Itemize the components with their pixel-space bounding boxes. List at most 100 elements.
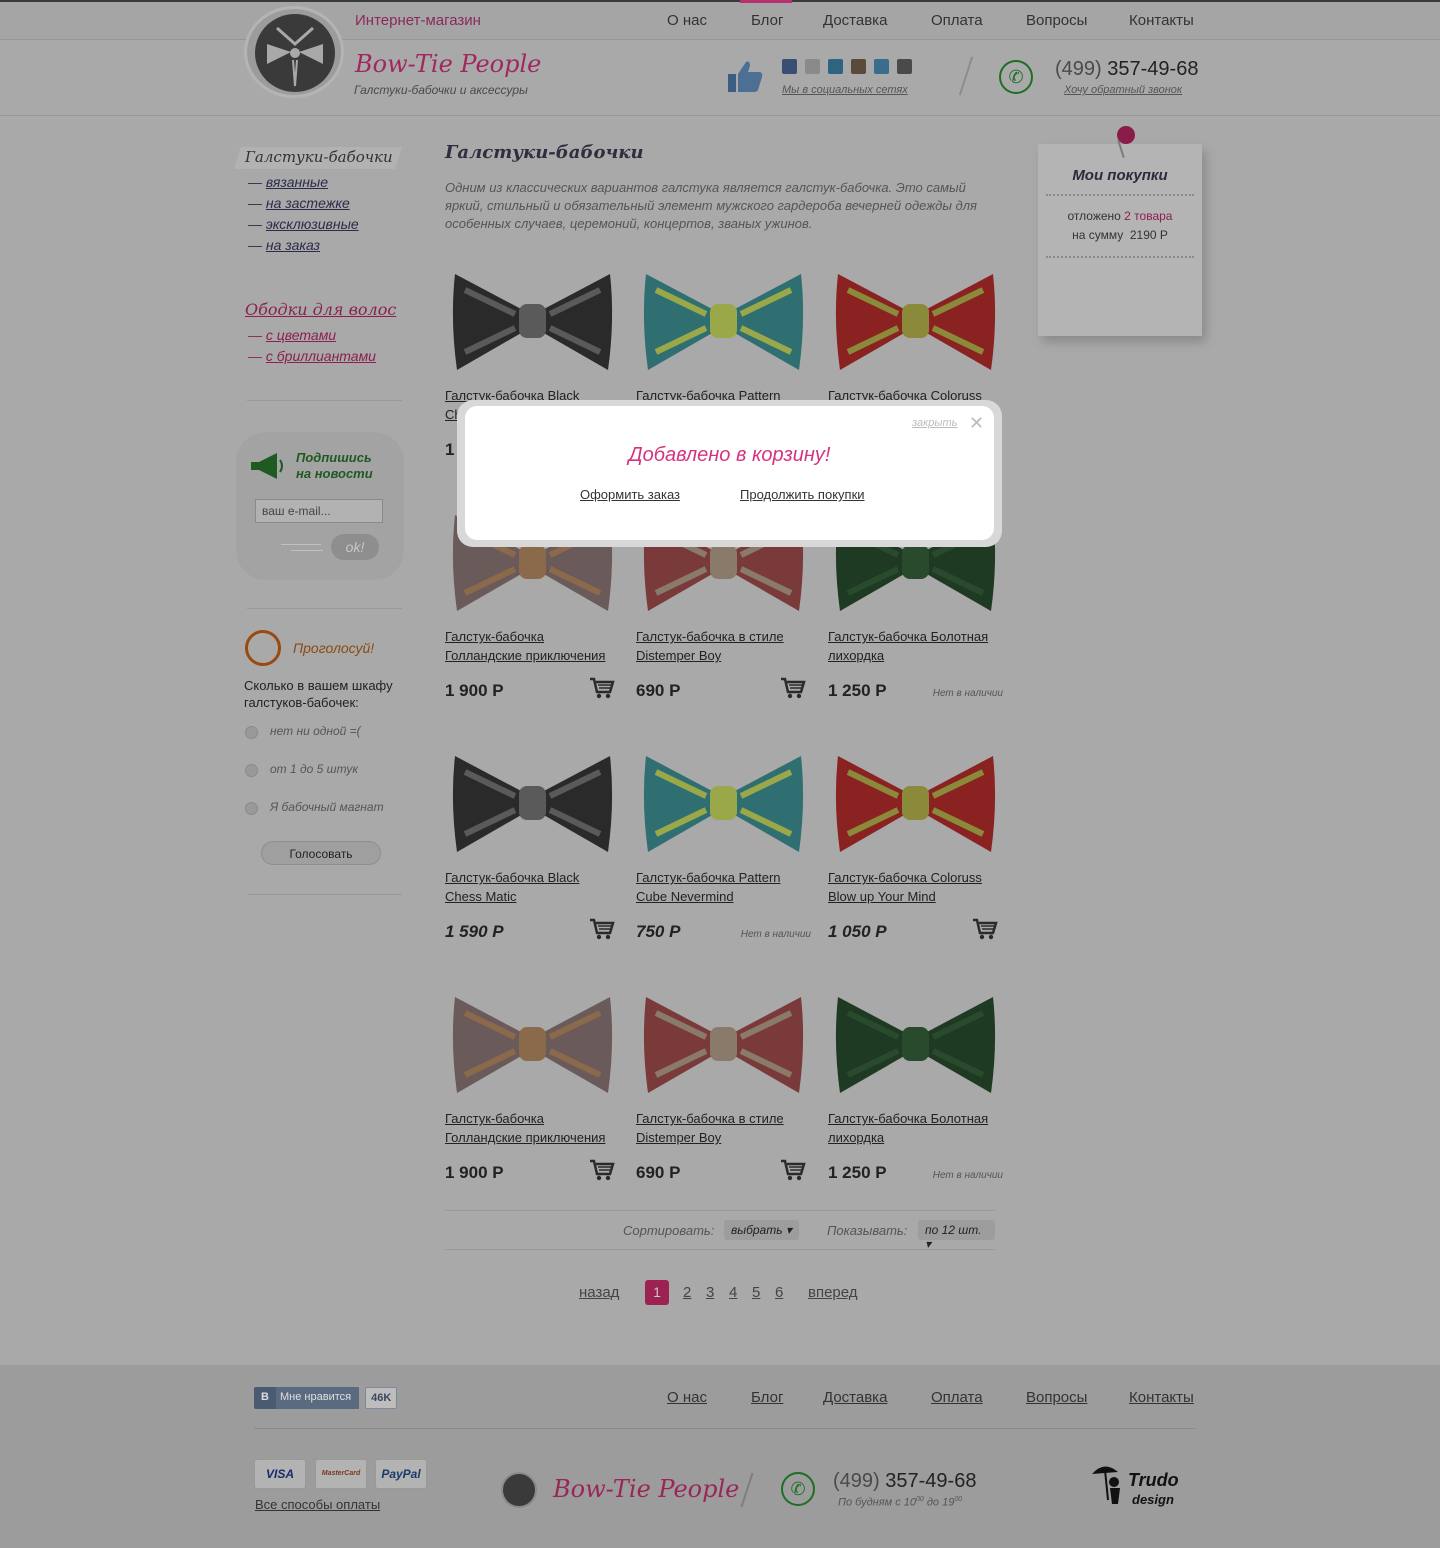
category-link-clasp[interactable]: — на застежке xyxy=(248,195,350,211)
show-select[interactable]: по 12 шт. ▾ xyxy=(918,1220,995,1251)
bow-tie-image[interactable] xyxy=(445,985,620,1103)
sort-bar: Сортировать: выбрать ▾ Показывать: по 12… xyxy=(445,1210,995,1251)
out-of-stock-label: Нет в наличии xyxy=(932,688,1003,699)
poll-option-label: Я бабочный магнат xyxy=(270,800,384,814)
bow-tie-image[interactable] xyxy=(828,985,1003,1103)
product-card[interactable]: Галстук-бабочка BlackChess Matic 1 590 Р xyxy=(445,744,620,964)
close-icon[interactable]: ✕ xyxy=(969,413,984,434)
footer-nav-about[interactable]: О нас xyxy=(667,1389,707,1406)
pager-page[interactable]: 2 xyxy=(683,1284,691,1301)
product-price: 1 590 Р xyxy=(445,922,504,941)
product-name[interactable]: Галстук-бабочка в стиле Distemper Boy xyxy=(636,627,811,665)
continue-shopping-link[interactable]: Продолжить покупки xyxy=(740,487,865,502)
cart-widget[interactable]: Мои покупки отложено 2 товара на сумму 2… xyxy=(1038,144,1202,336)
vk-like-widget[interactable]: B Мне нравится 46K xyxy=(254,1386,398,1410)
category-link-exclusive[interactable]: — эксклюзивные xyxy=(248,216,359,232)
subscribe-button[interactable]: ok! xyxy=(331,534,379,560)
vk-like-label: Мне нравится xyxy=(276,1387,360,1409)
add-to-cart-icon[interactable] xyxy=(589,1158,615,1182)
vote-button[interactable]: Голосовать xyxy=(261,841,381,865)
pager-page[interactable]: 4 xyxy=(729,1284,737,1301)
pager-next[interactable]: вперед xyxy=(808,1284,858,1301)
nav-payment[interactable]: Оплата xyxy=(931,12,983,29)
twitter-icon[interactable] xyxy=(874,59,889,74)
bow-tie-image[interactable] xyxy=(636,985,811,1103)
footer-nav-contacts[interactable]: Контакты xyxy=(1129,1389,1194,1406)
pager-page-current[interactable]: 1 xyxy=(645,1280,669,1305)
bow-tie-image[interactable] xyxy=(828,744,1003,862)
category-link-custom[interactable]: — на заказ xyxy=(248,237,320,253)
poll-radio-2[interactable] xyxy=(245,764,258,777)
product-name[interactable]: Галстук-бабочка в стиле Distemper Boy xyxy=(636,1109,811,1147)
footer-nav-payment[interactable]: Оплата xyxy=(931,1389,983,1406)
modal-close-link[interactable]: закрыть xyxy=(912,417,957,429)
all-payment-methods-link[interactable]: Все способы оплаты xyxy=(255,1497,380,1512)
bow-tie-image[interactable] xyxy=(636,744,811,862)
footer-phone: (499) 357-49-68 xyxy=(833,1470,977,1492)
bow-tie-image[interactable] xyxy=(828,262,1003,380)
google-plus-icon[interactable] xyxy=(897,59,912,74)
footer-hours: По будням с 1000 до 1900 xyxy=(838,1496,963,1509)
dotted-divider xyxy=(1046,194,1194,196)
nav-blog[interactable]: Блог xyxy=(751,12,783,29)
product-name[interactable]: Галстук-бабочка PatternCube Nevermind xyxy=(636,868,811,906)
facebook-icon[interactable] xyxy=(782,59,797,74)
footer-brand[interactable]: Bow-Tie People xyxy=(553,1475,739,1503)
shop-label: Интернет-магазин xyxy=(355,12,481,29)
flickr-icon[interactable] xyxy=(805,59,820,74)
product-name[interactable]: Галстук-бабочка Голландские приключения xyxy=(445,1109,620,1147)
poll-radio-3[interactable] xyxy=(245,802,258,815)
footer-nav-delivery[interactable]: Доставка xyxy=(823,1389,887,1406)
product-card[interactable]: Галстук-бабочка Голландские приключения 1 … xyxy=(445,985,620,1205)
nav-delivery[interactable]: Доставка xyxy=(823,12,887,29)
poll-radio-1[interactable] xyxy=(245,726,258,739)
nav-contacts[interactable]: Контакты xyxy=(1129,12,1194,29)
product-card[interactable]: Галстук-бабочка PatternCube Nevermind 750… xyxy=(636,744,811,964)
pager-prev[interactable]: назад xyxy=(579,1284,619,1301)
bow-tie-image[interactable] xyxy=(445,744,620,862)
footer-phone-icon: ✆ xyxy=(781,1472,815,1506)
product-name[interactable]: Галстук-бабочка ColorussBlow up Your Min… xyxy=(828,868,1003,906)
pager-page[interactable]: 5 xyxy=(752,1284,760,1301)
product-card[interactable]: Галстук-бабочка в стиле Distemper Boy 690 … xyxy=(636,985,811,1205)
footer-nav-faq[interactable]: Вопросы xyxy=(1026,1389,1087,1406)
product-name[interactable]: Галстук-бабочка BlackChess Matic xyxy=(445,868,620,906)
checkout-link[interactable]: Оформить заказ xyxy=(580,487,680,502)
nav-faq[interactable]: Вопросы xyxy=(1026,12,1087,29)
nav-about[interactable]: О нас xyxy=(667,12,707,29)
add-to-cart-icon[interactable] xyxy=(972,917,998,941)
product-price: 690 Р xyxy=(636,1163,681,1182)
product-price: 1 900 Р xyxy=(445,681,504,700)
category-link-flowers[interactable]: — с цветами xyxy=(248,327,336,343)
category-title-headbands[interactable]: Ободки для волос xyxy=(245,300,396,319)
cart-widget-title: Мои покупки xyxy=(1072,167,1168,184)
brand-name[interactable]: Bow-Tie People xyxy=(355,50,541,78)
product-price: 1 250 Р xyxy=(828,681,887,700)
bow-tie-image[interactable] xyxy=(636,262,811,380)
trudo-design-logo[interactable]: Trudo design xyxy=(1088,1460,1188,1510)
add-to-cart-icon[interactable] xyxy=(589,676,615,700)
product-name[interactable]: Галстук-бабочка Голландские приключения xyxy=(445,627,620,665)
product-name[interactable]: Галстук-бабочка Болотная лихордка xyxy=(828,627,1003,665)
category-link-diamonds[interactable]: — с бриллиантами xyxy=(248,348,376,364)
instagram-icon[interactable] xyxy=(851,59,866,74)
vimeo-icon[interactable] xyxy=(828,59,843,74)
social-caption[interactable]: Мы в социальных сетях xyxy=(782,84,908,96)
pager-page[interactable]: 3 xyxy=(706,1284,714,1301)
product-card[interactable]: Галстук-бабочка ColorussBlow up Your Min… xyxy=(828,744,1003,964)
add-to-cart-icon[interactable] xyxy=(780,676,806,700)
category-link-knitted[interactable]: — вязанные xyxy=(248,174,328,190)
add-to-cart-icon[interactable] xyxy=(589,917,615,941)
callback-link[interactable]: Хочу обратный звонок xyxy=(1064,84,1182,96)
footer-logo-icon[interactable] xyxy=(501,1472,537,1508)
bow-tie-image[interactable] xyxy=(445,262,620,380)
product-card[interactable]: Галстук-бабочка Болотная лихордка 1 250 Р Н… xyxy=(828,985,1003,1205)
footer-nav-blog[interactable]: Блог xyxy=(751,1389,783,1406)
sidebar-divider xyxy=(247,894,402,895)
sort-select[interactable]: выбрать ▾ xyxy=(724,1220,799,1240)
email-field[interactable]: ваш e-mail... xyxy=(255,499,383,523)
add-to-cart-icon[interactable] xyxy=(780,1158,806,1182)
pager-page[interactable]: 6 xyxy=(775,1284,783,1301)
site-logo[interactable] xyxy=(244,6,344,98)
product-name[interactable]: Галстук-бабочка Болотная лихордка xyxy=(828,1109,1003,1147)
